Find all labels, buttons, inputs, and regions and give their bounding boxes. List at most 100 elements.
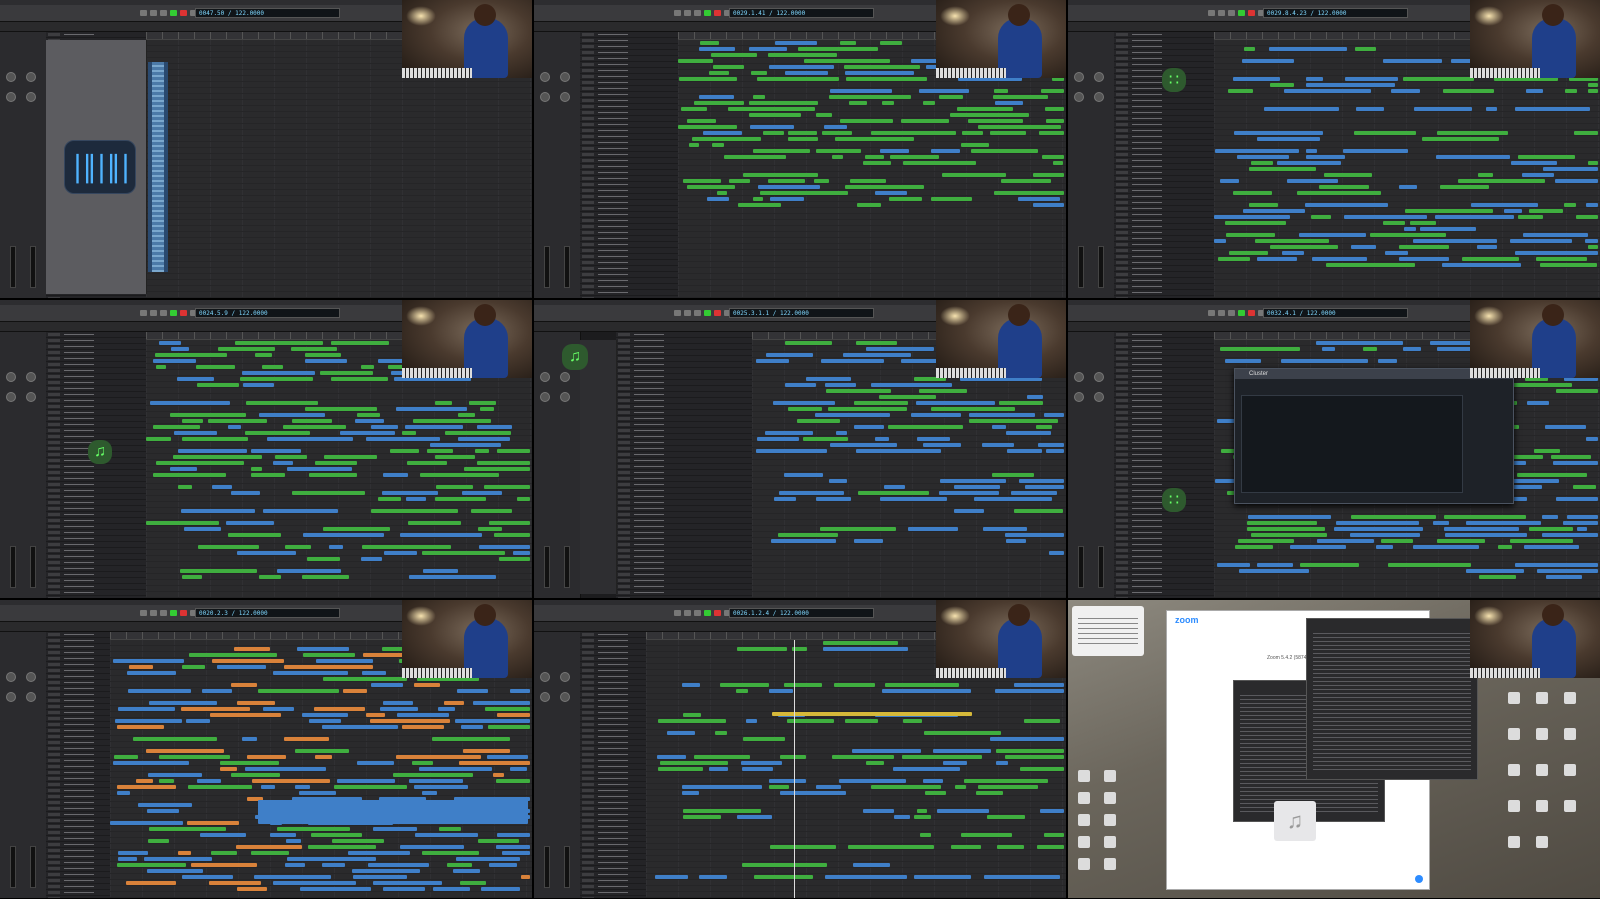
- region[interactable]: [1277, 161, 1341, 165]
- region[interactable]: [463, 749, 510, 753]
- region[interactable]: [263, 707, 294, 711]
- region[interactable]: [822, 131, 852, 135]
- region[interactable]: [996, 749, 1064, 753]
- region[interactable]: [1540, 263, 1597, 267]
- region[interactable]: [159, 341, 181, 345]
- region[interactable]: [780, 755, 806, 759]
- region[interactable]: [1378, 359, 1397, 363]
- region[interactable]: [302, 713, 348, 717]
- region[interactable]: [692, 137, 761, 141]
- region[interactable]: [681, 107, 707, 111]
- region[interactable]: [478, 527, 502, 531]
- region[interactable]: [447, 863, 472, 867]
- stop-button[interactable]: [1228, 10, 1235, 16]
- region[interactable]: [1405, 209, 1493, 213]
- region[interactable]: [118, 857, 137, 861]
- region[interactable]: [153, 425, 200, 429]
- region[interactable]: [984, 875, 1060, 879]
- region[interactable]: [396, 755, 481, 759]
- region[interactable]: [1403, 347, 1421, 351]
- region[interactable]: [1049, 551, 1064, 555]
- region[interactable]: [1042, 155, 1064, 159]
- region[interactable]: [129, 665, 153, 669]
- region[interactable]: [893, 767, 960, 771]
- region[interactable]: [940, 479, 1006, 483]
- region[interactable]: [373, 827, 417, 831]
- region[interactable]: [882, 689, 971, 693]
- region[interactable]: [866, 347, 934, 351]
- region[interactable]: [961, 143, 989, 147]
- region[interactable]: [839, 779, 906, 783]
- region[interactable]: [707, 197, 729, 201]
- region[interactable]: [406, 497, 426, 501]
- region[interactable]: [1225, 221, 1286, 225]
- forward-button[interactable]: [150, 10, 157, 16]
- tracks-area[interactable]: [146, 340, 532, 598]
- forward-button[interactable]: [684, 610, 691, 616]
- region[interactable]: [751, 71, 767, 75]
- region[interactable]: [1239, 569, 1309, 573]
- region[interactable]: [1217, 563, 1250, 567]
- volume-fader[interactable]: [30, 246, 36, 288]
- region[interactable]: [427, 449, 453, 453]
- pan-knob[interactable]: [540, 92, 550, 102]
- region[interactable]: [884, 485, 905, 489]
- region[interactable]: [858, 491, 929, 495]
- pan-knob[interactable]: [1094, 72, 1104, 82]
- region[interactable]: [115, 719, 182, 723]
- region[interactable]: [309, 719, 341, 723]
- play-button[interactable]: [704, 310, 711, 316]
- region[interactable]: [187, 821, 239, 825]
- region[interactable]: [903, 719, 922, 723]
- region[interactable]: [939, 95, 963, 99]
- region[interactable]: [1024, 719, 1060, 723]
- track-header[interactable]: [46, 596, 146, 598]
- region[interactable]: [1018, 197, 1060, 201]
- region[interactable]: [177, 377, 214, 381]
- region[interactable]: [1588, 245, 1598, 249]
- rewind-button[interactable]: [1208, 10, 1215, 16]
- region[interactable]: [1020, 767, 1064, 771]
- region[interactable]: [1006, 539, 1026, 543]
- region[interactable]: [1542, 533, 1598, 537]
- region[interactable]: [890, 155, 939, 159]
- region[interactable]: [937, 809, 989, 813]
- region[interactable]: [1312, 257, 1367, 261]
- region[interactable]: [1214, 215, 1290, 219]
- region[interactable]: [484, 485, 530, 489]
- region[interactable]: [1270, 83, 1294, 87]
- region[interactable]: [415, 833, 478, 837]
- pan-knob[interactable]: [26, 692, 36, 702]
- pan-knob[interactable]: [26, 672, 36, 682]
- region[interactable]: [1257, 563, 1293, 567]
- region[interactable]: [1545, 425, 1586, 429]
- region[interactable]: [477, 461, 530, 465]
- region[interactable]: [1567, 515, 1598, 519]
- region[interactable]: [987, 815, 1025, 819]
- volume-fader[interactable]: [30, 546, 36, 588]
- desktop-file-icon[interactable]: [1536, 800, 1548, 812]
- region[interactable]: [414, 785, 468, 789]
- region[interactable]: [845, 71, 914, 75]
- region[interactable]: [311, 833, 362, 837]
- region[interactable]: [295, 749, 349, 753]
- region[interactable]: [660, 761, 728, 765]
- region[interactable]: [1322, 347, 1335, 351]
- region[interactable]: [993, 95, 1048, 99]
- region[interactable]: [880, 497, 947, 501]
- region[interactable]: [853, 863, 890, 867]
- region[interactable]: [170, 467, 197, 471]
- pan-knob[interactable]: [540, 692, 550, 702]
- region[interactable]: [856, 449, 941, 453]
- stop-button[interactable]: [160, 310, 167, 316]
- region[interactable]: [1553, 461, 1598, 465]
- region[interactable]: [866, 761, 884, 765]
- region[interactable]: [148, 839, 169, 843]
- region[interactable]: [738, 203, 781, 207]
- region[interactable]: [439, 827, 461, 831]
- stop-button[interactable]: [160, 610, 167, 616]
- region[interactable]: [729, 179, 750, 183]
- region[interactable]: [850, 179, 886, 183]
- region[interactable]: [942, 173, 1006, 177]
- desktop-file-icon[interactable]: [1536, 728, 1548, 740]
